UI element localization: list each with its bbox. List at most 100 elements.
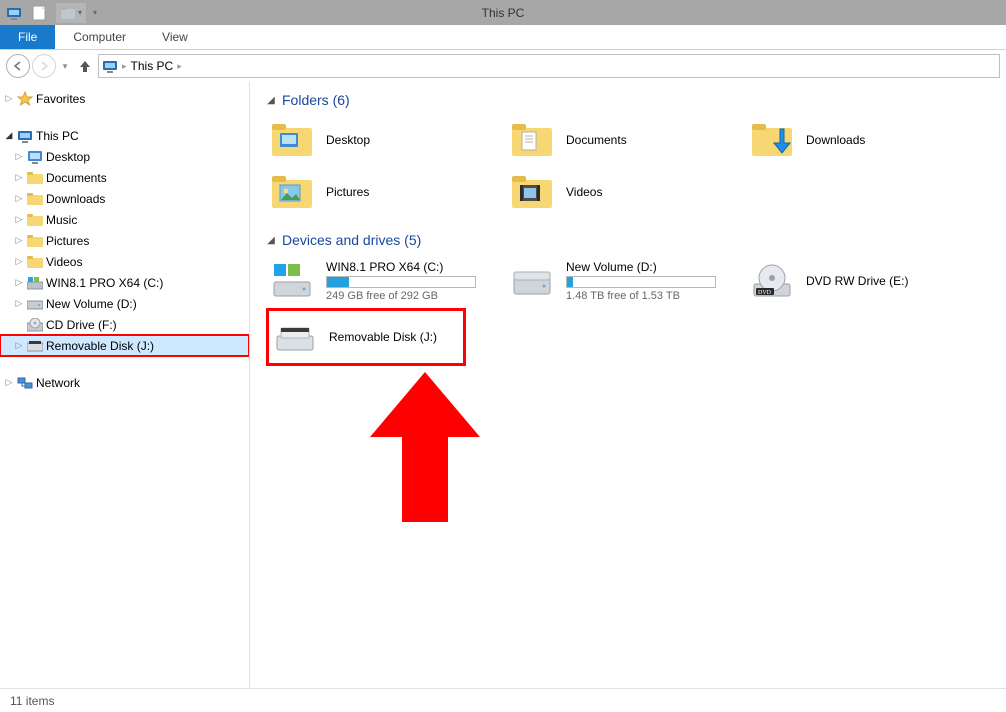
title-bar: ▾ ▾ This PC <box>0 0 1006 25</box>
item-label: Removable Disk (J:) <box>329 330 459 344</box>
desktop-icon <box>26 149 44 165</box>
expand-icon[interactable]: ▷ <box>12 256 26 267</box>
folder-videos[interactable]: Videos <box>506 166 746 218</box>
folder-downloads[interactable]: Downloads <box>746 114 986 166</box>
group-header-folders[interactable]: ◢ Folders (6) <box>266 92 990 108</box>
item-label: Downloads <box>806 133 865 147</box>
breadcrumb-separator[interactable]: ▸ <box>122 61 127 72</box>
tree-item-drive-d[interactable]: ▷ New Volume (D:) <box>0 293 249 314</box>
expand-icon[interactable]: ▷ <box>12 214 26 225</box>
drive-c[interactable]: WIN8.1 PRO X64 (C:) 249 GB free of 292 G… <box>266 254 506 308</box>
tree-label: New Volume (D:) <box>44 297 137 311</box>
folder-icon <box>26 234 44 248</box>
ribbon-tab-view[interactable]: View <box>144 25 206 49</box>
expand-icon[interactable]: ▷ <box>12 298 26 309</box>
tree-item-drive-f[interactable]: CD Drive (F:) <box>0 314 249 335</box>
expand-icon[interactable]: ▷ <box>2 377 16 388</box>
tree-item-downloads[interactable]: ▷ Downloads <box>0 188 249 209</box>
expand-icon[interactable]: ▷ <box>12 340 26 351</box>
folder-pictures[interactable]: Pictures <box>266 166 506 218</box>
back-button[interactable] <box>6 54 30 78</box>
expand-icon[interactable]: ▷ <box>12 277 26 288</box>
forward-button[interactable] <box>32 54 56 78</box>
item-label: WIN8.1 PRO X64 (C:) <box>326 260 502 274</box>
network-icon <box>16 375 34 391</box>
item-label: Videos <box>566 185 602 199</box>
ribbon-file-tab[interactable]: File <box>0 25 55 49</box>
folders-grid: Desktop Documents Downloads Pictures <box>266 114 990 218</box>
tree-item-removable-disk[interactable]: ▷ Removable Disk (J:) <box>0 335 249 356</box>
nav-bar: ▾ ▸ This PC ▸ <box>0 50 1006 82</box>
group-label: Devices and drives (5) <box>282 232 421 248</box>
ribbon-tab-computer[interactable]: Computer <box>55 25 144 49</box>
item-sublabel: 1.48 TB free of 1.53 TB <box>566 290 742 302</box>
item-label: Pictures <box>326 185 369 199</box>
usage-bar <box>566 276 716 288</box>
collapse-icon[interactable]: ◢ <box>266 235 276 246</box>
folder-pictures-icon <box>270 172 314 212</box>
drive-d[interactable]: New Volume (D:) 1.48 TB free of 1.53 TB <box>506 254 746 308</box>
recent-locations-dropdown[interactable]: ▾ <box>58 54 72 78</box>
drive-icon <box>26 276 44 290</box>
drive-e-dvd[interactable]: DVD DVD RW Drive (E:) <box>746 254 986 308</box>
group-label: Folders (6) <box>282 92 350 108</box>
annotation-red-arrow <box>370 372 480 522</box>
star-icon <box>16 91 34 107</box>
qat-customize-dropdown[interactable]: ▾ <box>88 3 102 23</box>
breadcrumb-separator[interactable]: ▸ <box>177 61 182 72</box>
tree-label: WIN8.1 PRO X64 (C:) <box>44 276 163 290</box>
up-button[interactable] <box>74 54 96 78</box>
folder-documents[interactable]: Documents <box>506 114 746 166</box>
tree-favorites[interactable]: ▷ Favorites <box>0 88 249 109</box>
expand-icon[interactable]: ▷ <box>12 151 26 162</box>
folder-desktop-icon <box>270 120 314 160</box>
expand-icon[interactable]: ▷ <box>12 193 26 204</box>
removable-drive-icon <box>273 317 317 357</box>
tree-label: Removable Disk (J:) <box>44 339 154 353</box>
expand-icon[interactable]: ▷ <box>12 172 26 183</box>
folder-desktop[interactable]: Desktop <box>266 114 506 166</box>
folder-documents-icon <box>510 120 554 160</box>
ribbon: File Computer View <box>0 25 1006 50</box>
collapse-icon[interactable]: ◢ <box>266 95 276 106</box>
tree-item-desktop[interactable]: ▷ Desktop <box>0 146 249 167</box>
tree-item-documents[interactable]: ▷ Documents <box>0 167 249 188</box>
drive-j-removable[interactable]: Removable Disk (J:) <box>266 308 466 366</box>
qat-folder-dropdown[interactable]: ▾ <box>56 3 86 23</box>
qat-this-pc-icon[interactable] <box>2 3 26 23</box>
tree-label: Music <box>44 213 77 227</box>
this-pc-icon <box>102 58 118 74</box>
status-item-count: 11 items <box>10 694 54 708</box>
drive-icon <box>510 261 554 301</box>
item-sublabel: 249 GB free of 292 GB <box>326 290 502 302</box>
tree-network[interactable]: ▷ Network <box>0 372 249 393</box>
drive-icon <box>26 298 44 310</box>
collapse-icon[interactable]: ◢ <box>2 130 16 141</box>
address-bar[interactable]: ▸ This PC ▸ <box>98 54 1000 78</box>
tree-item-pictures[interactable]: ▷ Pictures <box>0 230 249 251</box>
item-label: New Volume (D:) <box>566 260 742 274</box>
quick-access-toolbar: ▾ ▾ <box>0 3 104 23</box>
expand-icon[interactable]: ▷ <box>12 235 26 246</box>
group-header-drives[interactable]: ◢ Devices and drives (5) <box>266 232 990 248</box>
qat-new-folder-icon[interactable] <box>28 3 52 23</box>
folder-icon <box>26 213 44 227</box>
folder-downloads-icon <box>750 120 794 160</box>
drive-icon <box>270 261 314 301</box>
folder-videos-icon <box>510 172 554 212</box>
tree-this-pc[interactable]: ◢ This PC <box>0 125 249 146</box>
this-pc-icon <box>16 128 34 144</box>
tree-item-videos[interactable]: ▷ Videos <box>0 251 249 272</box>
status-bar: 11 items <box>0 688 1006 712</box>
tree-label: CD Drive (F:) <box>44 318 117 332</box>
breadcrumb-location[interactable]: This PC <box>131 59 174 73</box>
folder-icon <box>26 192 44 206</box>
expand-icon[interactable]: ▷ <box>2 93 16 104</box>
tree-label: Videos <box>44 255 82 269</box>
tree-item-music[interactable]: ▷ Music <box>0 209 249 230</box>
navigation-tree: ▷ Favorites ◢ This PC ▷ Desktop ▷ Docume… <box>0 82 250 688</box>
tree-item-drive-c[interactable]: ▷ WIN8.1 PRO X64 (C:) <box>0 272 249 293</box>
tree-label: Downloads <box>44 192 105 206</box>
main-content: ◢ Folders (6) Desktop Documents Downlo <box>250 82 1006 688</box>
usage-bar <box>326 276 476 288</box>
